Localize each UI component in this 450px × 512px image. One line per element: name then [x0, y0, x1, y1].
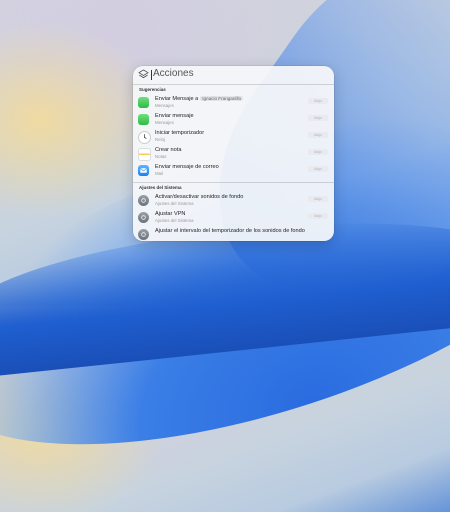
shortcut-badge: Atajo [308, 115, 328, 121]
action-row-toggle-background-sounds[interactable]: Activar/desactivar sonidos de fondo Ajus… [133, 192, 334, 209]
action-subtitle: Reloj [155, 137, 166, 142]
search-input[interactable]: Acciones [153, 68, 194, 79]
action-subtitle: Mensajes [155, 103, 174, 108]
messages-icon [138, 114, 149, 125]
action-title: Enviar Mensaje a Ignacio Franganillo [155, 96, 244, 102]
settings-gear-icon [138, 212, 149, 223]
action-subtitle: Mail [155, 171, 164, 176]
action-title: Iniciar temporizador [155, 130, 205, 136]
action-title: Enviar mensaje [155, 113, 194, 119]
action-row-adjust-background-sounds-timer[interactable]: Ajustar el intervalo del temporizador de… [133, 226, 334, 241]
action-title: Enviar mensaje de correo [155, 164, 219, 170]
shortcut-badge: Atajo [308, 166, 328, 172]
section-header-suggestions: Sugerencias [139, 87, 166, 92]
notes-icon [138, 148, 151, 161]
action-title: Ajustar el intervalo del temporizador de… [155, 228, 305, 234]
search-bar[interactable]: Acciones [133, 66, 334, 84]
shortcuts-layers-icon [138, 69, 149, 79]
divider [133, 182, 334, 183]
action-title: Crear nota [155, 147, 182, 153]
action-subtitle: Mensajes [155, 120, 174, 125]
settings-gear-icon [138, 195, 149, 206]
action-subtitle: Ajustes del Sistema [155, 201, 194, 206]
contact-chip: Ignacio Franganillo [200, 96, 244, 102]
action-row-adjust-vpn[interactable]: Ajustar VPN Ajustes del Sistema Atajo [133, 209, 334, 226]
action-row-send-message[interactable]: Enviar mensaje Mensajes Atajo [133, 111, 334, 128]
action-title: Ajustar VPN [155, 211, 186, 217]
settings-gear-icon [138, 229, 149, 240]
shortcut-badge: Atajo [308, 196, 328, 202]
divider [133, 84, 334, 85]
messages-icon [138, 97, 149, 108]
action-row-create-note[interactable]: Crear nota Notas Atajo [133, 145, 334, 162]
action-subtitle: Notas [155, 154, 167, 159]
shortcut-badge: Atajo [308, 149, 328, 155]
action-subtitle: Ajustes del Sistema [155, 218, 194, 223]
mail-icon [138, 165, 149, 176]
shortcut-badge: Atajo [308, 98, 328, 104]
shortcut-badge: Atajo [308, 132, 328, 138]
action-row-send-message-to[interactable]: Enviar Mensaje a Ignacio Franganillo Mens… [133, 94, 334, 111]
action-title: Activar/desactivar sonidos de fondo [155, 194, 244, 200]
section-header-system-settings: Ajustes del Sistema [139, 185, 182, 190]
spotlight-panel: Acciones Sugerencias Enviar Mensaje a Ign… [133, 66, 334, 241]
clock-icon [138, 131, 151, 144]
shortcut-badge: Atajo [308, 213, 328, 219]
action-row-start-timer[interactable]: Iniciar temporizador Reloj Atajo [133, 128, 334, 145]
text-caret [151, 70, 152, 80]
action-row-send-email[interactable]: Enviar mensaje de correo Mail Atajo [133, 162, 334, 179]
